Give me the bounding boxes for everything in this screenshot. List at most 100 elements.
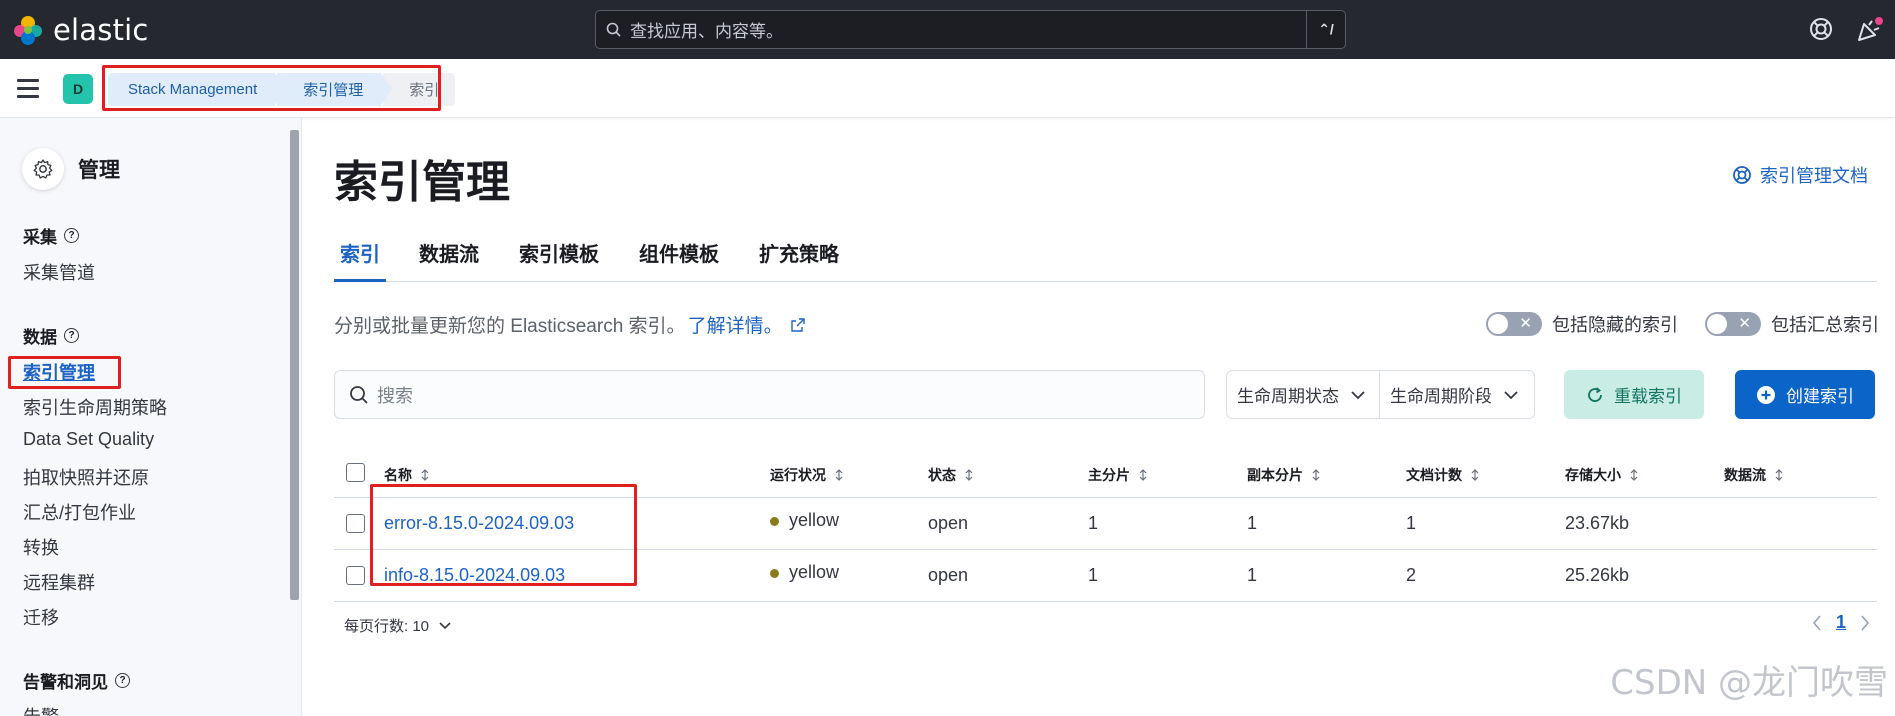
column-header-status[interactable]: 状态	[928, 465, 976, 485]
help-question-icon[interactable]: ?	[64, 328, 79, 343]
sort-icon	[1139, 469, 1147, 481]
help-question-icon[interactable]: ?	[64, 228, 79, 243]
search-shortcut-badge: ⌃/	[1306, 11, 1345, 48]
sort-icon	[421, 469, 429, 481]
column-header-storage-size[interactable]: 存储大小	[1565, 465, 1641, 485]
chevron-left-icon[interactable]	[1812, 614, 1822, 631]
lifecycle-status-filter[interactable]: 生命周期状态	[1226, 370, 1380, 419]
sidebar-item-migrate[interactable]: 迁移	[23, 604, 59, 630]
include-hidden-toggle[interactable]: ✕ 包括隐藏的索引	[1486, 311, 1678, 337]
tab-enrich-policies[interactable]: 扩充策略	[759, 238, 839, 282]
sidebar-scrollbar[interactable]	[290, 130, 299, 600]
sidebar-group-label: 告警和洞见	[23, 673, 108, 692]
description-text: 分别或批量更新您的 Elasticsearch 索引。	[334, 316, 686, 337]
news-feed-icon[interactable]	[1855, 16, 1885, 44]
tab-bar: 索引 数据流 索引模板 组件模板 扩充策略	[334, 238, 1877, 282]
select-all-checkbox[interactable]	[346, 463, 365, 482]
learn-more-link[interactable]: 了解详情。	[688, 311, 783, 338]
primary-cell: 1	[1088, 513, 1099, 533]
column-header-docs-count[interactable]: 文档计数	[1406, 465, 1482, 485]
space-avatar[interactable]: D	[63, 74, 93, 104]
search-icon	[350, 385, 368, 404]
status-cell: open	[928, 565, 969, 585]
pagination: 1	[1812, 612, 1870, 633]
elastic-logo-icon	[14, 15, 42, 45]
chevron-right-icon[interactable]	[1860, 614, 1870, 631]
sidebar-item-snapshot-restore[interactable]: 拍取快照并还原	[23, 464, 149, 490]
column-header-name[interactable]: 名称	[384, 465, 432, 485]
annotation-highlight-index-names	[370, 484, 637, 586]
sidebar-group-alerts-insights: 告警和洞见 ?	[23, 668, 130, 693]
sort-icon	[1630, 469, 1638, 481]
column-header-primary[interactable]: 主分片	[1088, 465, 1150, 485]
filter-label: 生命周期状态	[1237, 387, 1339, 406]
status-cell: open	[928, 513, 969, 533]
tab-indices[interactable]: 索引	[334, 238, 386, 282]
reload-indices-button[interactable]: 重载索引	[1564, 370, 1704, 419]
filter-label: 生命周期阶段	[1390, 387, 1492, 406]
switch[interactable]: ✕	[1486, 312, 1542, 336]
refresh-icon	[1588, 386, 1602, 402]
column-header-replicas[interactable]: 副本分片	[1247, 465, 1323, 485]
help-icon[interactable]	[1808, 16, 1834, 42]
sort-icon	[965, 469, 973, 481]
tab-data-streams[interactable]: 数据流	[419, 238, 479, 282]
external-link-icon	[790, 317, 805, 332]
docs-link-label: 索引管理文档	[1760, 166, 1868, 186]
tab-index-templates[interactable]: 索引模板	[519, 238, 599, 282]
docs-count-cell: 1	[1406, 513, 1417, 533]
create-label: 创建索引	[1786, 387, 1854, 406]
health-dot-icon	[770, 569, 779, 578]
column-header-health[interactable]: 运行状况	[770, 465, 846, 485]
toggle-label: 包括隐藏的索引	[1552, 315, 1678, 335]
page-description: 分别或批量更新您的 Elasticsearch 索引。 了解详情。	[334, 311, 805, 338]
storage-size-cell: 23.67kb	[1565, 513, 1630, 533]
sidebar-group-label: 采集	[23, 228, 57, 247]
search-placeholder: 搜索	[377, 385, 413, 406]
rows-per-page-select[interactable]: 每页行数: 10	[344, 615, 451, 636]
sidebar-item-alerts[interactable]: 告警	[23, 703, 59, 716]
logo-text: elastic	[53, 12, 149, 47]
sidebar-item-data-set-quality[interactable]: Data Set Quality	[23, 429, 154, 450]
chevron-down-icon	[1351, 390, 1365, 399]
switch[interactable]: ✕	[1705, 312, 1761, 336]
lifecycle-phase-filter[interactable]: 生命周期阶段	[1379, 370, 1535, 419]
sidebar-item-rollup-jobs[interactable]: 汇总/打包作业	[23, 499, 136, 525]
row-checkbox[interactable]	[346, 514, 365, 533]
search-icon	[606, 22, 621, 37]
docs-link[interactable]: 索引管理文档	[1732, 162, 1868, 188]
sidebar-group-data: 数据 ?	[23, 323, 79, 348]
replicas-cell: 1	[1247, 565, 1258, 585]
sidebar-item-transforms[interactable]: 转换	[23, 534, 59, 560]
main-content: 索引管理 索引管理文档 索引 数据流 索引模板 组件模板 扩充策略 分别或批量更…	[302, 118, 1895, 716]
health-cell: yellow	[770, 562, 839, 583]
management-sidebar: 管理 采集 ? 采集管道 数据 ? 索引管理 索引生命周期策略 Data Set…	[0, 118, 302, 716]
toggle-label: 包括汇总索引	[1771, 315, 1879, 335]
column-header-data-stream[interactable]: 数据流	[1724, 465, 1786, 485]
sort-icon	[1775, 469, 1783, 481]
help-question-icon[interactable]: ?	[115, 673, 130, 688]
page-number[interactable]: 1	[1836, 612, 1846, 633]
top-header: elastic 查找应用、内容等。 ⌃/	[0, 0, 1895, 59]
sidebar-group-label: 数据	[23, 328, 57, 347]
sort-icon	[835, 469, 843, 481]
sidebar-title: 管理	[78, 159, 120, 182]
sidebar-item-ingest-pipelines[interactable]: 采集管道	[23, 259, 95, 285]
menu-toggle-icon[interactable]	[17, 79, 39, 103]
plus-circle-icon	[1757, 385, 1775, 404]
chevron-down-icon	[1504, 390, 1518, 399]
row-checkbox[interactable]	[346, 566, 365, 585]
sidebar-group-ingest: 采集 ?	[23, 223, 79, 248]
sidebar-item-ilm-policies[interactable]: 索引生命周期策略	[23, 394, 167, 420]
global-search[interactable]: 查找应用、内容等。 ⌃/	[595, 10, 1346, 49]
tab-component-templates[interactable]: 组件模板	[639, 238, 719, 282]
create-index-button[interactable]: 创建索引	[1735, 370, 1875, 419]
reload-label: 重载索引	[1614, 387, 1682, 406]
replicas-cell: 1	[1247, 513, 1258, 533]
index-search-input[interactable]: 搜索	[334, 370, 1205, 419]
help-icon	[1733, 166, 1751, 184]
include-rollup-toggle[interactable]: ✕ 包括汇总索引	[1705, 311, 1879, 337]
sidebar-item-remote-clusters[interactable]: 远程集群	[23, 569, 95, 595]
elastic-logo[interactable]: elastic	[12, 13, 149, 47]
global-search-placeholder: 查找应用、内容等。	[630, 22, 783, 41]
